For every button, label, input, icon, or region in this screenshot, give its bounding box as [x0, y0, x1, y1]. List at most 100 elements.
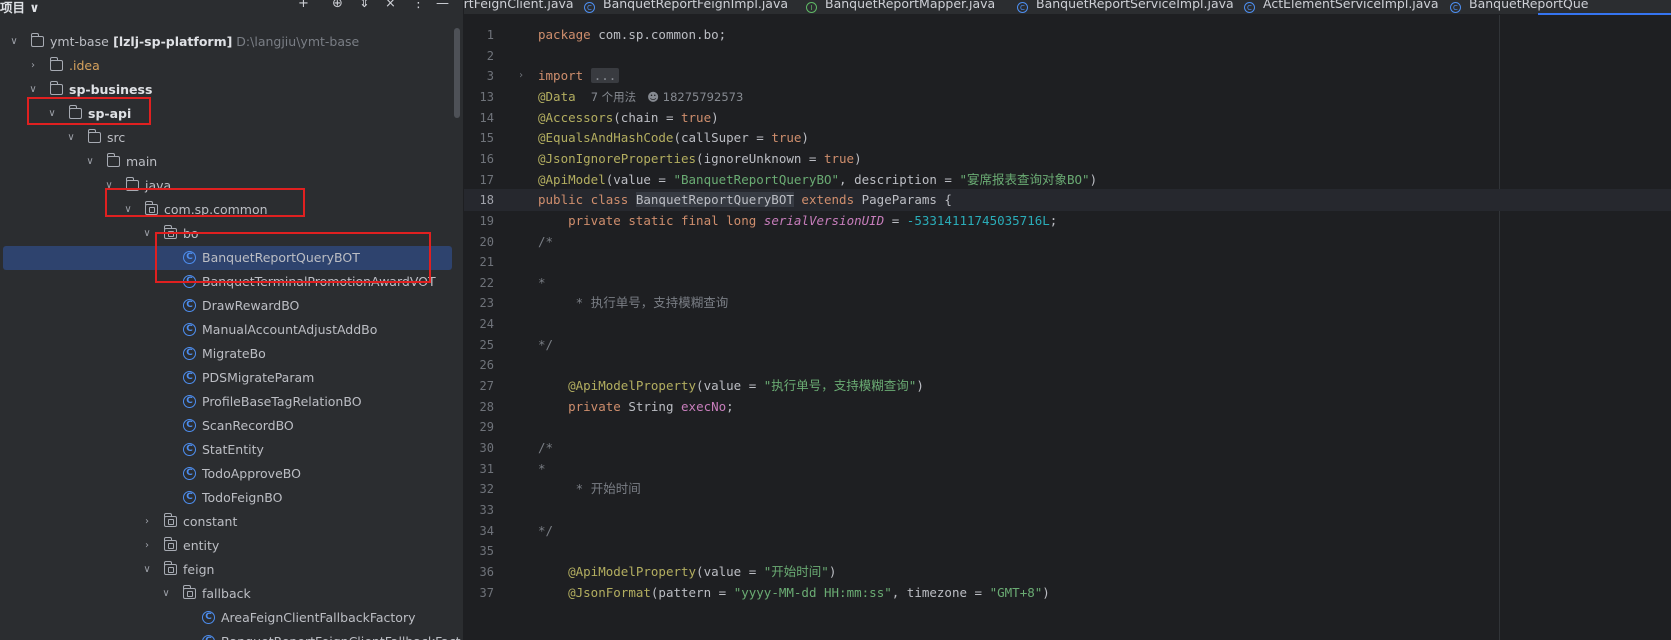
chevron-down-icon[interactable]: ∨	[103, 174, 115, 198]
code-line[interactable]: 13 @Data 7 个用法 ☻ 18275792573	[464, 86, 1671, 108]
code-line[interactable]: 25 */	[464, 334, 1671, 356]
chevron-down-icon[interactable]: ∨	[160, 582, 172, 606]
code-line[interactable]: 34 */	[464, 520, 1671, 542]
editor-tab-label: BanquetReportMapper.java	[825, 0, 996, 11]
code-line[interactable]: 2	[464, 45, 1671, 67]
tree-item-manualaccountadjustaddbo[interactable]: C ManualAccountAdjustAddBo	[0, 318, 464, 342]
editor-tab[interactable]: ortFeignClient.java	[464, 0, 574, 11]
code-line[interactable]: 22 *	[464, 272, 1671, 294]
editor-tab[interactable]: C BanquetReportServiceImpl.java	[1017, 0, 1234, 13]
chevron-down-icon[interactable]: ∨	[122, 198, 134, 222]
editor-tab[interactable]: C BanquetReportFeignImpl.java	[584, 0, 788, 13]
code-line[interactable]: 15 @EqualsAndHashCode(callSuper = true)	[464, 127, 1671, 149]
code-line[interactable]: 37 @JsonFormat(pattern = "yyyy-MM-dd HH:…	[464, 582, 1671, 604]
code-line[interactable]: 19 private static final long serialVersi…	[464, 210, 1671, 232]
tree-item-banquetterminalpromotionawardvot[interactable]: C BanquetTerminalPromotionAwardVOT	[0, 270, 464, 294]
tree-item-todofeignbo[interactable]: C TodoFeignBO	[0, 486, 464, 510]
line-number: 23	[479, 296, 494, 311]
tree-item-banquetreportfeignclientfallbackfact[interactable]: C BanquetReportFeignClientFallbackFact	[0, 630, 464, 640]
tree-item-sp-business[interactable]: ∨ sp-business	[0, 78, 464, 102]
line-number: 16	[479, 151, 494, 166]
tree-item--idea[interactable]: › .idea	[0, 54, 464, 78]
expand-collapse-icon[interactable]: ⇕	[359, 0, 370, 11]
chevron-down-icon[interactable]: ∨	[84, 150, 96, 174]
code-line[interactable]: 24	[464, 313, 1671, 335]
class-icon: C	[183, 323, 196, 336]
fold-toggle-icon[interactable]: ›	[518, 65, 524, 87]
tree-item-profilebasetagrelationbo[interactable]: C ProfileBaseTagRelationBO	[0, 390, 464, 414]
editor-tab[interactable]: C ActElementServiceImpl.java	[1244, 0, 1439, 13]
chevron-down-icon[interactable]: ∨	[46, 102, 58, 126]
tree-item-ymt-base[interactable]: ∨ ymt-base [lzlj-sp-platform] D:\langjiu\…	[0, 30, 464, 54]
tree-item-java[interactable]: ∨ java	[0, 174, 464, 198]
more-options-icon[interactable]: ⋮	[412, 0, 425, 11]
code-line[interactable]: 17 @ApiModel(value = "BanquetReportQueryB…	[464, 169, 1671, 191]
tree-item-fallback[interactable]: ∨ fallback	[0, 582, 464, 606]
code-line[interactable]: 33	[464, 499, 1671, 521]
tree-item-migratebo[interactable]: C MigrateBo	[0, 342, 464, 366]
chevron-down-icon[interactable]: ∨	[141, 222, 153, 246]
tree-item-constant[interactable]: › constant	[0, 510, 464, 534]
code-line[interactable]: 36 @ApiModelProperty(value = "开始时间")	[464, 561, 1671, 583]
code-line[interactable]: 21	[464, 251, 1671, 273]
code-line[interactable]: 1 package com.sp.common.bo;	[464, 24, 1671, 46]
code-text: *	[538, 460, 546, 476]
code-line[interactable]: 30 /*	[464, 437, 1671, 459]
code-line[interactable]: 32 * 开始时间	[464, 478, 1671, 500]
tree-item-main[interactable]: ∨ main	[0, 150, 464, 174]
code-line[interactable]: 26	[464, 354, 1671, 376]
class-icon: C	[183, 443, 196, 456]
editor-tab[interactable]: I BanquetReportMapper.java	[806, 0, 995, 13]
tree-item-sp-api[interactable]: ∨ sp-api	[0, 102, 464, 126]
tree-item-pdsmigrateparam[interactable]: C PDSMigrateParam	[0, 366, 464, 390]
code-line[interactable]: 18 public class BanquetReportQueryBOT ext…	[464, 189, 1671, 212]
code-text: private static final long serialVersionU…	[568, 212, 1058, 228]
tree-item-drawrewardbo[interactable]: C DrawRewardBO	[0, 294, 464, 318]
panel-title-dropdown[interactable]: 项目 ∨	[0, 0, 40, 16]
tree-item-label: BanquetTerminalPromotionAwardVOT	[202, 274, 436, 289]
code-line[interactable]: 28 private String execNo;	[464, 396, 1671, 418]
tree-item-com-sp-common[interactable]: ∨ com.sp.common	[0, 198, 464, 222]
code-line[interactable]: 31 *	[464, 458, 1671, 480]
editor-tab[interactable]: C BanquetReportQue	[1450, 0, 1589, 13]
code-editor[interactable]: 1 package com.sp.common.bo; 2 3 › import ... 1…	[464, 15, 1671, 640]
class-icon: C	[183, 347, 196, 360]
tree-item-label: sp-business	[69, 82, 153, 97]
chevron-down-icon[interactable]: ∨	[65, 126, 77, 150]
tree-item-statentity[interactable]: C StatEntity	[0, 438, 464, 462]
tree-item-src[interactable]: ∨ src	[0, 126, 464, 150]
code-text: @ApiModel(value = "BanquetReportQueryBO"…	[538, 171, 1098, 187]
code-line[interactable]: 14 @Accessors(chain = true)	[464, 107, 1671, 129]
editor-tab-label: BanquetReportServiceImpl.java	[1036, 0, 1234, 11]
tree-item-banquetreportquerybot[interactable]: C BanquetReportQueryBOT	[3, 246, 452, 270]
code-line[interactable]: 23 * 执行单号，支持模糊查询	[464, 292, 1671, 314]
code-line[interactable]: 27 @ApiModelProperty(value = "执行单号，支持模糊查…	[464, 375, 1671, 397]
chevron-down-icon[interactable]: ∨	[27, 78, 39, 102]
tree-item-areafeignclientfallbackfactory[interactable]: C AreaFeignClientFallbackFactory	[0, 606, 464, 630]
line-number: 33	[479, 502, 494, 517]
code-line[interactable]: 3 › import ...	[464, 65, 1671, 87]
chevron-right-icon[interactable]: ›	[27, 54, 39, 78]
locate-icon[interactable]: ⊕	[332, 0, 343, 11]
code-line[interactable]: 29	[464, 416, 1671, 438]
code-line[interactable]: 35	[464, 540, 1671, 562]
package-icon	[163, 537, 177, 551]
code-line[interactable]: 16 @JsonIgnoreProperties(ignoreUnknown = …	[464, 148, 1671, 170]
tree-item-scanrecordbo[interactable]: C ScanRecordBO	[0, 414, 464, 438]
chevron-down-icon[interactable]: ∨	[141, 558, 153, 582]
code-line[interactable]: 20 /*	[464, 231, 1671, 253]
chevron-right-icon[interactable]: ›	[141, 534, 153, 558]
module-name: [lzlj-sp-platform]	[108, 34, 233, 49]
tree-item-feign[interactable]: ∨ feign	[0, 558, 464, 582]
project-path: D:\langjiu\ymt-base	[232, 34, 360, 49]
tree-item-entity[interactable]: › entity	[0, 534, 464, 558]
chevron-right-icon[interactable]: ›	[141, 510, 153, 534]
close-icon[interactable]: ×	[385, 0, 396, 11]
tree-item-todoapprovebo[interactable]: C TodoApproveBO	[0, 462, 464, 486]
tree-scrollbar[interactable]	[454, 28, 460, 118]
tree-item-label: fallback	[202, 586, 251, 601]
minimize-icon[interactable]: —	[436, 0, 449, 11]
add-icon[interactable]: +	[298, 0, 309, 11]
tree-item-bo[interactable]: ∨ bo	[0, 222, 464, 246]
chevron-down-icon[interactable]: ∨	[8, 30, 20, 54]
